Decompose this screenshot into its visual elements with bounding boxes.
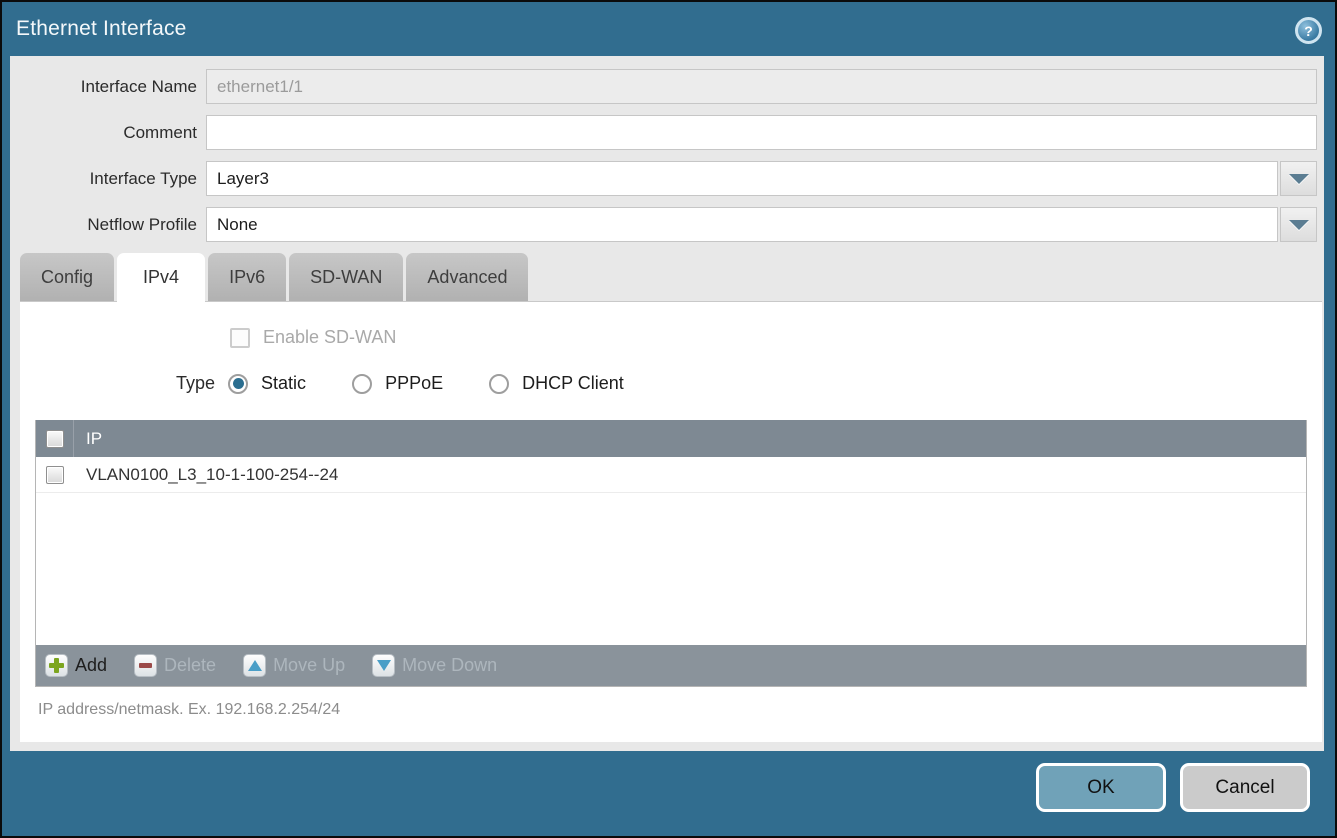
radio-dhcp-client-label: DHCP Client bbox=[522, 373, 624, 394]
interface-type-label: Interface Type bbox=[10, 169, 206, 189]
row-checkbox[interactable] bbox=[46, 466, 64, 484]
table-header-row: IP bbox=[36, 420, 1306, 457]
interface-type-dropdown-button[interactable] bbox=[1280, 161, 1317, 196]
interface-name-input bbox=[206, 69, 1317, 104]
comment-input[interactable] bbox=[206, 115, 1317, 150]
plus-glyph bbox=[49, 658, 64, 673]
form-row-comment: Comment bbox=[10, 115, 1324, 150]
netflow-profile-dropdown-button[interactable] bbox=[1280, 207, 1317, 242]
header-checkbox-cell bbox=[36, 420, 74, 457]
arrow-down-icon bbox=[372, 654, 395, 677]
type-label: Type bbox=[176, 373, 215, 394]
ipv4-tab-panel: Enable SD-WAN Type Static PPPoE DHCP Cli… bbox=[20, 301, 1322, 742]
ip-address-table: IP VLAN0100_L3_10-1-100-254--24 Add bbox=[35, 420, 1307, 687]
table-row[interactable]: VLAN0100_L3_10-1-100-254--24 bbox=[36, 457, 1306, 493]
form-row-interface-name: Interface Name bbox=[10, 69, 1324, 104]
ok-button[interactable]: OK bbox=[1036, 763, 1166, 812]
help-icon[interactable]: ? bbox=[1295, 17, 1322, 44]
move-up-button[interactable]: Move Up bbox=[243, 654, 345, 677]
tab-config[interactable]: Config bbox=[20, 253, 114, 301]
minus-glyph bbox=[139, 663, 152, 668]
tab-bar: Config IPv4 IPv6 SD-WAN Advanced bbox=[10, 253, 1324, 301]
table-toolbar: Add Delete Move Up Move Down bbox=[36, 645, 1306, 686]
tab-advanced[interactable]: Advanced bbox=[406, 253, 528, 301]
netflow-profile-input[interactable] bbox=[206, 207, 1278, 242]
tab-ipv4[interactable]: IPv4 bbox=[117, 253, 205, 302]
move-down-button-label: Move Down bbox=[402, 655, 497, 676]
dialog-body: Interface Name Comment Interface Type Ne… bbox=[10, 56, 1324, 751]
radio-static-circle[interactable] bbox=[228, 374, 248, 394]
comment-field-wrap bbox=[206, 115, 1317, 150]
radio-dhcp-client[interactable]: DHCP Client bbox=[489, 373, 624, 394]
ip-cell-value: VLAN0100_L3_10-1-100-254--24 bbox=[86, 465, 338, 485]
add-button-label: Add bbox=[75, 655, 107, 676]
arrow-up-glyph bbox=[248, 660, 262, 671]
radio-pppoe-label: PPPoE bbox=[385, 373, 443, 394]
cancel-button[interactable]: Cancel bbox=[1180, 763, 1310, 812]
chevron-down-icon bbox=[1289, 174, 1309, 184]
enable-sdwan-row: Enable SD-WAN bbox=[230, 302, 1322, 348]
plus-icon bbox=[45, 654, 68, 677]
radio-static[interactable]: Static bbox=[228, 373, 306, 394]
type-radio-row: Type Static PPPoE DHCP Client bbox=[176, 373, 1322, 394]
interface-type-field-wrap bbox=[206, 161, 1317, 196]
tab-sdwan[interactable]: SD-WAN bbox=[289, 253, 403, 301]
ethernet-interface-dialog: Ethernet Interface ? Interface Name Comm… bbox=[0, 0, 1337, 838]
netflow-profile-field-wrap bbox=[206, 207, 1317, 242]
arrow-up-icon bbox=[243, 654, 266, 677]
question-mark-glyph: ? bbox=[1304, 24, 1313, 38]
move-up-button-label: Move Up bbox=[273, 655, 345, 676]
interface-name-label: Interface Name bbox=[10, 77, 206, 97]
row-checkbox-cell bbox=[36, 457, 74, 492]
minus-icon bbox=[134, 654, 157, 677]
add-button[interactable]: Add bbox=[45, 654, 107, 677]
netflow-profile-label: Netflow Profile bbox=[10, 215, 206, 235]
dialog-title: Ethernet Interface bbox=[16, 17, 187, 41]
column-header-ip: IP bbox=[86, 429, 102, 449]
interface-type-input[interactable] bbox=[206, 161, 1278, 196]
dialog-footer: OK Cancel bbox=[2, 751, 1335, 836]
select-all-checkbox[interactable] bbox=[46, 430, 64, 448]
move-down-button[interactable]: Move Down bbox=[372, 654, 497, 677]
radio-dhcp-client-circle[interactable] bbox=[489, 374, 509, 394]
form-row-interface-type: Interface Type bbox=[10, 161, 1324, 196]
comment-label: Comment bbox=[10, 123, 206, 143]
radio-pppoe[interactable]: PPPoE bbox=[352, 373, 443, 394]
enable-sdwan-label: Enable SD-WAN bbox=[263, 327, 396, 348]
table-empty-area bbox=[36, 493, 1306, 645]
enable-sdwan-checkbox[interactable] bbox=[230, 328, 250, 348]
dialog-titlebar: Ethernet Interface ? bbox=[2, 2, 1335, 56]
form-row-netflow-profile: Netflow Profile bbox=[10, 207, 1324, 242]
ip-format-hint: IP address/netmask. Ex. 192.168.2.254/24 bbox=[38, 701, 1322, 719]
tab-ipv6[interactable]: IPv6 bbox=[208, 253, 286, 301]
interface-name-field-wrap bbox=[206, 69, 1317, 104]
delete-button-label: Delete bbox=[164, 655, 216, 676]
delete-button[interactable]: Delete bbox=[134, 654, 216, 677]
radio-static-label: Static bbox=[261, 373, 306, 394]
chevron-down-icon bbox=[1289, 220, 1309, 230]
radio-pppoe-circle[interactable] bbox=[352, 374, 372, 394]
arrow-down-glyph bbox=[377, 660, 391, 671]
